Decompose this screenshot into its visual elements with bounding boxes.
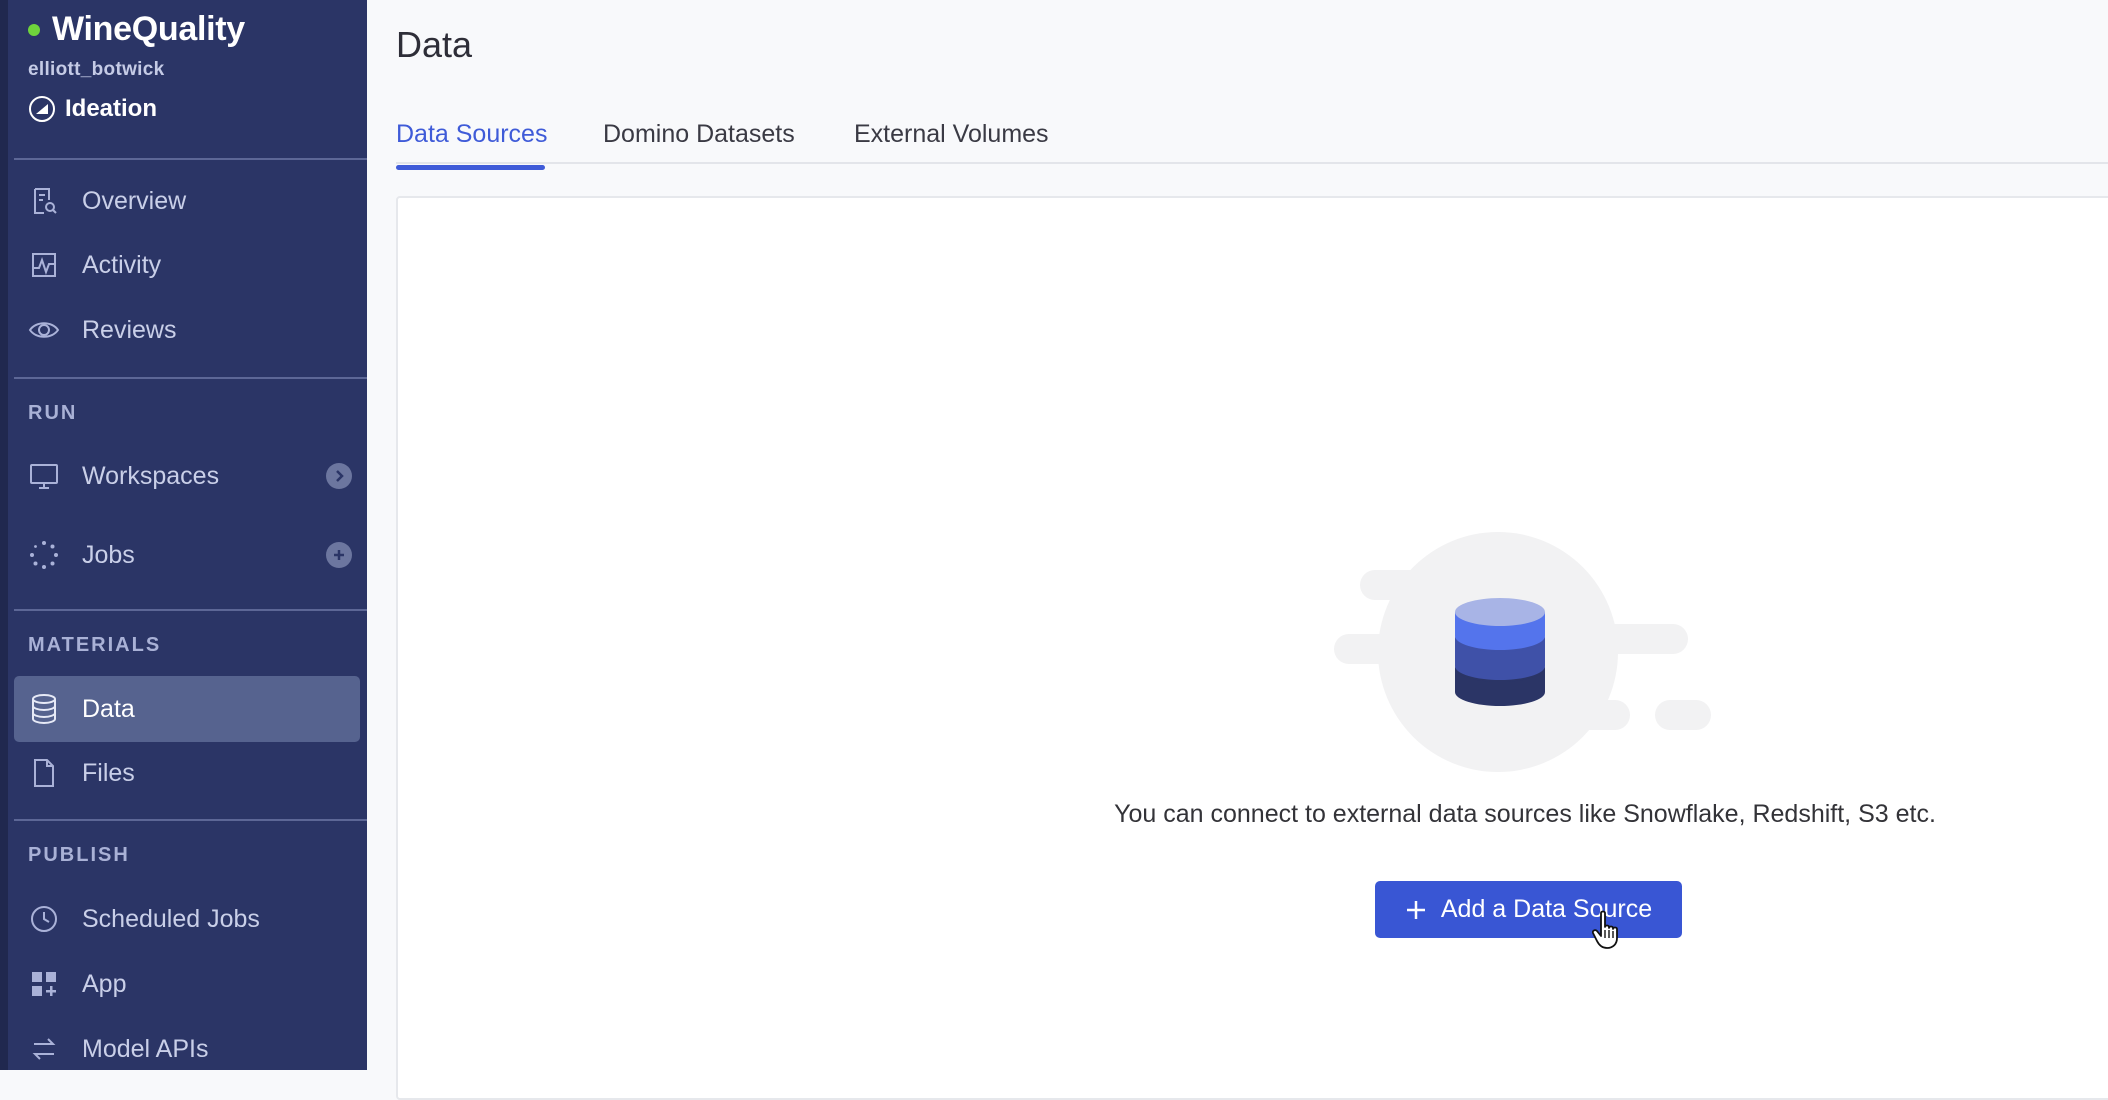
sidebar-item-label: Reviews bbox=[82, 315, 177, 344]
tab-domino-datasets[interactable]: Domino Datasets bbox=[603, 120, 795, 149]
sidebar-item-label: Model APIs bbox=[82, 1034, 209, 1063]
sidebar-divider bbox=[14, 377, 367, 379]
plus-icon bbox=[1406, 900, 1425, 919]
sidebar-divider bbox=[14, 158, 367, 160]
eye-icon bbox=[28, 314, 60, 346]
project-status-dot bbox=[28, 23, 40, 36]
sidebar-item-model-apis[interactable]: Model APIs bbox=[14, 1016, 360, 1070]
sidebar-item-label: Files bbox=[82, 758, 135, 787]
jobs-spinner-icon bbox=[28, 539, 60, 571]
tab-data-sources[interactable]: Data Sources bbox=[396, 120, 548, 170]
arrows-exchange-icon bbox=[28, 1033, 60, 1065]
project-owner[interactable]: elliott_botwick bbox=[28, 59, 245, 81]
sidebar-item-label: Jobs bbox=[82, 540, 135, 569]
sidebar-divider bbox=[14, 819, 367, 821]
sidebar-item-label: Data bbox=[82, 694, 135, 723]
activity-icon bbox=[28, 249, 60, 281]
database-icon bbox=[28, 693, 60, 725]
stage-name: Ideation bbox=[65, 95, 158, 122]
data-tabs: Data Sources Domino Datasets External Vo… bbox=[396, 112, 2108, 170]
database-stack-illustration bbox=[1334, 532, 1711, 772]
sidebar-item-workspaces[interactable]: Workspaces bbox=[14, 443, 360, 509]
project-name[interactable]: WineQuality bbox=[52, 10, 245, 49]
data-sources-panel bbox=[396, 196, 2108, 1100]
sidebar-item-label: Scheduled Jobs bbox=[82, 904, 260, 933]
tab-label: Data Sources bbox=[396, 120, 548, 148]
project-stage[interactable]: Ideation bbox=[28, 95, 245, 123]
empty-state-message: You can connect to external data sources… bbox=[1114, 800, 1936, 828]
sidebar-item-data[interactable]: Data bbox=[14, 676, 360, 742]
sidebar-item-label: Activity bbox=[82, 250, 162, 279]
sidebar-item-app[interactable]: App bbox=[14, 951, 360, 1017]
file-icon bbox=[28, 757, 60, 789]
hand-cursor-icon bbox=[1592, 910, 1618, 949]
plus-icon[interactable] bbox=[326, 542, 352, 568]
section-label-materials: MATERIALS bbox=[28, 634, 162, 656]
monitor-icon bbox=[28, 460, 60, 492]
sidebar-divider bbox=[14, 609, 367, 611]
tab-external-volumes[interactable]: External Volumes bbox=[854, 120, 1049, 149]
sidebar-item-overview[interactable]: Overview bbox=[14, 168, 360, 234]
sidebar-item-label: App bbox=[82, 969, 127, 998]
chevron-right-icon[interactable] bbox=[326, 463, 352, 489]
page-title: Data bbox=[396, 24, 473, 65]
add-data-source-button[interactable]: Add a Data Source bbox=[1375, 881, 1682, 938]
sidebar-item-scheduled-jobs[interactable]: Scheduled Jobs bbox=[14, 886, 360, 952]
tab-label: External Volumes bbox=[854, 120, 1049, 148]
app-grid-icon bbox=[28, 968, 60, 1000]
sidebar-item-files[interactable]: Files bbox=[14, 740, 360, 806]
sidebar-item-activity[interactable]: Activity bbox=[14, 232, 360, 298]
clock-icon bbox=[28, 903, 60, 935]
section-label-run: RUN bbox=[28, 402, 78, 424]
overview-icon bbox=[28, 185, 60, 217]
sidebar-item-label: Overview bbox=[82, 186, 187, 215]
project-header: WineQuality elliott_botwick Ideation bbox=[28, 10, 245, 123]
sidebar-edge bbox=[0, 0, 8, 1070]
active-tab-indicator bbox=[396, 165, 545, 170]
section-label-publish: PUBLISH bbox=[28, 844, 130, 866]
sidebar-item-label: Workspaces bbox=[82, 461, 220, 490]
sidebar-item-reviews[interactable]: Reviews bbox=[14, 297, 360, 363]
project-title-row: WineQuality bbox=[28, 10, 245, 49]
project-sidebar: WineQuality elliott_botwick Ideation Ove… bbox=[0, 0, 367, 1070]
sidebar-item-jobs[interactable]: Jobs bbox=[14, 522, 360, 588]
stage-icon bbox=[29, 96, 55, 122]
tab-label: Domino Datasets bbox=[603, 120, 795, 148]
